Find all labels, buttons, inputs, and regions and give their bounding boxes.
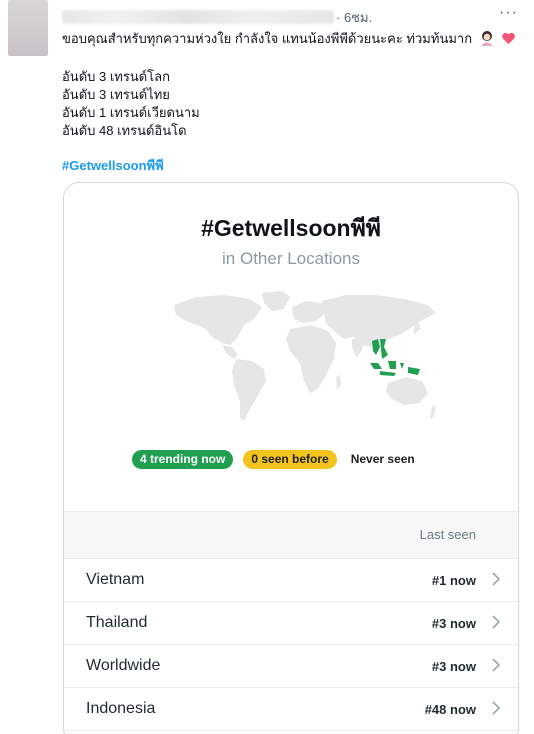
chevron-right-icon: [492, 658, 501, 672]
hashtag-link[interactable]: #Getwellsoonพีพี: [62, 157, 522, 175]
card-subtitle: in Other Locations: [222, 249, 360, 268]
tweet-header: · 6ชม.: [62, 8, 372, 26]
location-row-indonesia[interactable]: Indonesia #48 now: [64, 688, 518, 731]
location-row-worldwide[interactable]: Worldwide #3 now: [64, 645, 518, 688]
location-name: Indonesia: [86, 700, 156, 717]
chevron-right-icon: [492, 572, 501, 586]
legend-never-seen: Never seen: [350, 452, 415, 466]
stat-line: อันดับ 1 เทรนด์เวียดนาม: [62, 105, 200, 120]
location-row-vietnam[interactable]: Vietnam #1 now: [64, 559, 518, 602]
location-row-thailand[interactable]: Thailand #3 now: [64, 602, 518, 645]
avatar[interactable]: [8, 0, 48, 56]
world-map: [174, 291, 436, 421]
chevron-right-icon: [492, 701, 501, 715]
location-rank: #3 now: [431, 659, 476, 674]
blurred-username[interactable]: [62, 10, 334, 24]
heart-emoji-icon: [501, 31, 516, 51]
trend-card[interactable]: #Getwellsoonพีพี in Other Locations 4 tr…: [63, 182, 519, 734]
woman-emoji-icon: [479, 30, 495, 51]
tweet-text-line: ขอบคุณสำหรับทุกความห่วงใย กำลังใจ แทนน้อ…: [62, 30, 522, 51]
more-icon[interactable]: ···: [499, 5, 518, 21]
stat-line: อันดับ 48 เทรนด์อินโด: [62, 123, 187, 138]
legend-seen-before: 0 seen before: [243, 450, 337, 469]
tweet: · 6ชม. ··· ขอบคุณสำหรับทุกความห่วงใย กำล…: [0, 0, 534, 734]
chevron-right-icon: [492, 615, 501, 629]
last-seen-header: Last seen: [419, 527, 476, 542]
location-rank: #3 now: [431, 616, 476, 631]
stat-line: อันดับ 3 เทรนด์ไทย: [62, 87, 170, 102]
tweet-text: ขอบคุณสำหรับทุกความห่วงใย กำลังใจ แทนน้อ…: [62, 30, 522, 175]
location-rank: #48 now: [424, 702, 476, 717]
map-legend: 4 trending now 0 seen before Never seen: [132, 450, 423, 469]
location-name: Vietnam: [86, 571, 145, 588]
stat-line: อันดับ 3 เทรนด์โลก: [62, 69, 170, 84]
table-header: Last seen: [64, 511, 518, 559]
legend-trending-now: 4 trending now: [132, 450, 234, 469]
location-name: Worldwide: [86, 657, 161, 674]
tweet-time[interactable]: · 6ชม.: [336, 7, 372, 28]
location-name: Thailand: [86, 614, 148, 631]
location-rank: #1 now: [431, 573, 476, 588]
card-title: #Getwellsoonพีพี: [201, 215, 381, 241]
tweet-message: ขอบคุณสำหรับทุกความห่วงใย กำลังใจ แทนน้อ…: [62, 31, 473, 46]
